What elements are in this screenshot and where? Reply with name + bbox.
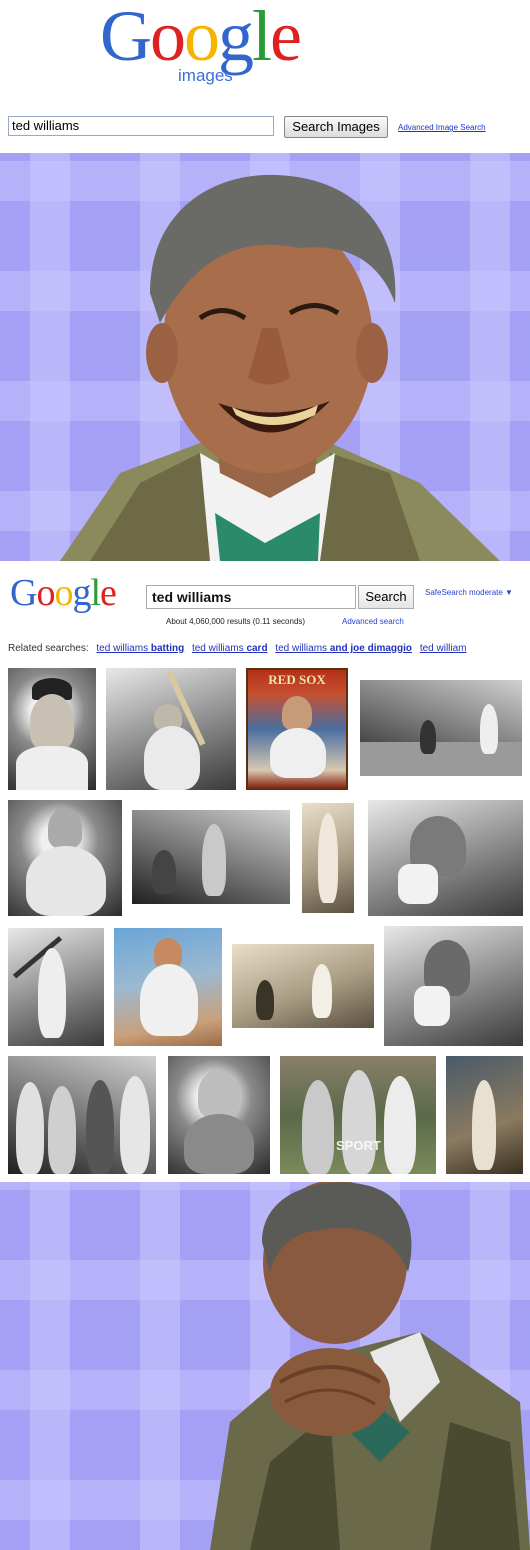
result-stats: About 4,060,000 results (0.11 seconds) xyxy=(166,617,306,626)
image-thumbnail-card[interactable]: RED SOX xyxy=(246,668,348,790)
logo-letter: o xyxy=(54,572,73,614)
image-thumbnail-statue[interactable] xyxy=(168,1056,270,1174)
image-thumbnail[interactable] xyxy=(132,810,290,904)
image-thumbnail[interactable] xyxy=(232,944,374,1028)
image-thumbnail[interactable] xyxy=(106,668,236,790)
logo-letter: o xyxy=(36,572,55,614)
logo-letter: G xyxy=(100,0,152,76)
image-thumbnail-trio[interactable]: SPORT xyxy=(280,1056,436,1174)
advanced-image-search-link[interactable]: Advanced Image Search xyxy=(398,123,486,132)
image-search-input[interactable]: ted williams xyxy=(8,116,274,136)
image-thumbnail[interactable] xyxy=(8,800,122,916)
logo-letter: G xyxy=(10,572,37,614)
results-search-input[interactable]: ted williams xyxy=(146,585,356,609)
search-button[interactable]: Search xyxy=(358,585,414,609)
related-link-truncated[interactable]: ted william xyxy=(420,643,467,654)
advanced-search-link[interactable]: Advanced search xyxy=(342,617,404,626)
smiling-man-photo xyxy=(0,153,530,561)
smiling-man-illustration xyxy=(60,174,500,561)
related-label: Related searches: xyxy=(8,643,89,654)
praying-man-photo xyxy=(0,1182,530,1550)
related-searches: Related searches: ted williams batting t… xyxy=(8,643,467,654)
related-link-batting[interactable]: ted williams batting xyxy=(96,643,184,654)
praying-man-illustration xyxy=(210,1182,530,1550)
google-images-logo: Google xyxy=(100,0,302,76)
image-thumbnail-color[interactable] xyxy=(114,928,222,1046)
image-thumbnail-group[interactable] xyxy=(8,1056,156,1174)
logo-letter: l xyxy=(252,0,272,76)
image-thumbnail-color[interactable] xyxy=(446,1056,523,1174)
image-thumbnail-pilot[interactable] xyxy=(368,800,523,916)
search-images-button[interactable]: Search Images xyxy=(284,116,388,138)
logo-letter: g xyxy=(218,0,254,76)
image-thumbnail[interactable] xyxy=(8,668,96,790)
logo-letter: g xyxy=(72,572,91,614)
logo-images-subtitle: images xyxy=(178,66,233,85)
logo-letter: o xyxy=(184,0,220,76)
logo-letter: e xyxy=(100,572,117,614)
image-thumbnail-pilot[interactable] xyxy=(384,926,523,1046)
related-link-joe-dimaggio[interactable]: ted williams and joe dimaggio xyxy=(275,643,412,654)
sport-watermark: SPORT xyxy=(336,1138,381,1153)
google-logo-small[interactable]: Google xyxy=(10,572,117,614)
image-thumbnail[interactable] xyxy=(360,680,522,776)
image-thumbnail[interactable] xyxy=(302,803,354,913)
image-thumbnail[interactable] xyxy=(8,928,104,1046)
safesearch-dropdown[interactable]: SafeSearch moderate ▼ xyxy=(425,588,513,597)
logo-letter: e xyxy=(270,0,302,76)
logo-letter: l xyxy=(90,572,101,614)
logo-letter: o xyxy=(150,0,186,76)
redsox-card-title: RED SOX xyxy=(268,672,326,687)
related-link-card[interactable]: ted williams card xyxy=(192,643,268,654)
